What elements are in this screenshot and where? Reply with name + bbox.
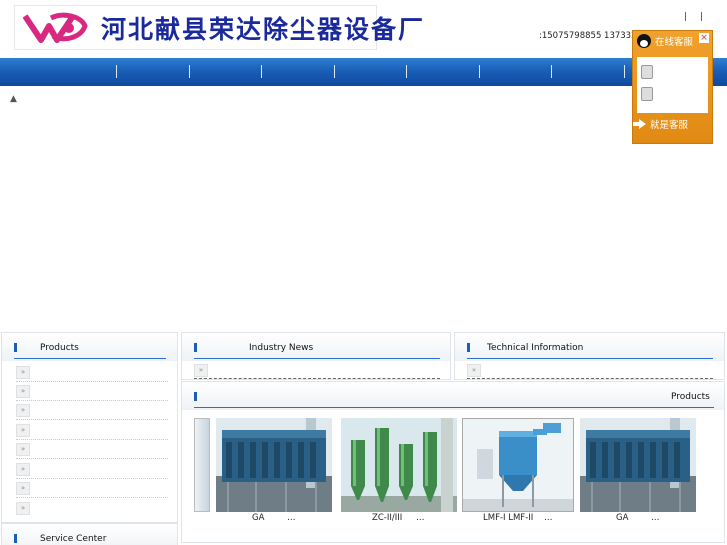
top-link-separator: |	[699, 12, 703, 22]
product-image[interactable]	[216, 418, 332, 512]
double-chevron-icon: »	[467, 364, 481, 377]
panel-marker	[14, 534, 17, 543]
nav-divider	[116, 65, 117, 78]
product-caption-ellipsis: …	[416, 513, 425, 523]
double-chevron-icon: »	[16, 443, 30, 456]
technical-information-panel: Technical Information »	[454, 332, 725, 380]
nav-divider	[479, 65, 480, 78]
close-icon[interactable]: ×	[699, 33, 709, 43]
service-footer-button[interactable]: 就是客服	[633, 117, 689, 131]
product-caption[interactable]: ZC-II/III	[372, 513, 402, 523]
list-item[interactable]: »	[16, 440, 168, 459]
product-caption[interactable]: GA	[616, 513, 628, 523]
double-chevron-icon: »	[194, 364, 208, 377]
list-item[interactable]: »	[16, 363, 168, 382]
industry-news-title: Industry News	[249, 343, 314, 353]
list-item[interactable]: »	[16, 499, 168, 518]
industry-news-panel: Industry News »	[181, 332, 451, 380]
double-chevron-icon: »	[16, 424, 30, 437]
nav-divider	[261, 65, 262, 78]
list-item[interactable]: »	[16, 421, 168, 440]
main-nav	[0, 58, 727, 86]
top-links: | |	[684, 12, 713, 22]
product-image-partial[interactable]	[194, 418, 210, 512]
product-image[interactable]	[341, 418, 457, 512]
list-item[interactable]: »	[16, 479, 168, 498]
top-link-separator: |	[684, 12, 688, 22]
product-caption[interactable]: LMF-I LMF-II	[483, 513, 533, 523]
panel-marker	[194, 392, 197, 401]
list-item[interactable]: »	[16, 460, 168, 479]
service-center-panel: Service Center	[1, 523, 178, 545]
panel-title-rule	[194, 407, 714, 408]
product-caption[interactable]: GA	[252, 513, 264, 523]
dashed-divider	[467, 378, 713, 379]
double-chevron-icon: »	[16, 404, 30, 417]
list-item[interactable]: »	[16, 401, 168, 420]
nav-divider	[334, 65, 335, 78]
products-gallery-title: Products	[671, 392, 710, 402]
nav-divider	[624, 65, 625, 78]
nav-divider	[406, 65, 407, 78]
product-caption-ellipsis: …	[287, 513, 296, 523]
panel-title-rule	[14, 358, 166, 359]
scroll-up-arrow-icon[interactable]: ▲	[10, 94, 17, 104]
online-service-widget: 在线客服 × 就是客服	[632, 30, 713, 144]
products-sidebar-title: Products	[40, 343, 79, 353]
panel-marker	[194, 343, 197, 352]
company-logo[interactable]: 河北献县荣达除尘器设备厂	[14, 5, 423, 50]
product-caption-ellipsis: …	[651, 513, 660, 523]
list-item[interactable]: »	[16, 382, 168, 401]
panel-title-rule	[194, 358, 440, 359]
service-contact-icon[interactable]	[641, 65, 653, 79]
technical-information-title: Technical Information	[487, 343, 584, 353]
dashed-divider	[194, 378, 440, 379]
product-caption-ellipsis: …	[544, 513, 553, 523]
service-list	[637, 57, 708, 113]
arrow-right-icon	[633, 119, 646, 129]
double-chevron-icon: »	[16, 385, 30, 398]
double-chevron-icon: »	[16, 366, 30, 379]
panel-marker	[467, 343, 470, 352]
products-sidebar-panel: Products » » » » » » » »	[1, 332, 178, 523]
service-contact-icon[interactable]	[641, 87, 653, 101]
service-center-title: Service Center	[40, 534, 107, 544]
nav-divider	[551, 65, 552, 78]
double-chevron-icon: »	[16, 463, 30, 476]
logo-text: 河北献县荣达除尘器设备厂	[101, 14, 426, 44]
online-service-title: 在线客服	[655, 37, 694, 48]
logo-emblem-icon	[22, 10, 93, 46]
double-chevron-icon: »	[16, 502, 30, 515]
nav-divider	[189, 65, 190, 78]
qq-penguin-icon	[637, 34, 651, 48]
panel-title-rule	[467, 358, 713, 359]
double-chevron-icon: »	[16, 482, 30, 495]
product-image[interactable]	[580, 418, 696, 512]
service-footer-label: 就是客服	[650, 120, 689, 131]
product-image[interactable]	[462, 418, 574, 512]
panel-marker	[14, 343, 17, 352]
